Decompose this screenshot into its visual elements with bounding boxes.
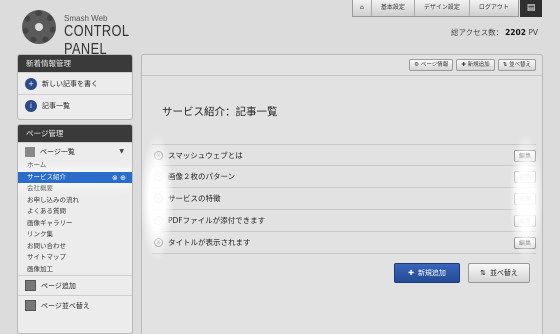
sidebar-item-label: 記事一覧 <box>42 101 70 110</box>
article-title[interactable]: PDFファイルが添付できます <box>168 215 265 226</box>
sidebar-item-page[interactable]: ホーム <box>18 160 132 172</box>
page-title: サービス紹介：記事一覧 <box>162 106 278 118</box>
nav-design-settings[interactable]: デザイン設定 <box>413 0 469 16</box>
access-counter: 総アクセス数： 2202 PV <box>451 27 538 38</box>
page-panel-title: ページ管理 <box>18 125 132 142</box>
sidebar-item-label: サービス紹介 <box>27 172 66 181</box>
nav-basic-settings[interactable]: 基本設定 <box>370 0 414 16</box>
list-item: × サービスの特徴 編集 <box>152 188 536 210</box>
delete-icon[interactable]: × <box>154 216 163 225</box>
sort-pages-label: ページ並べ替え <box>41 301 90 310</box>
new-post-icon: + <box>25 77 37 90</box>
page-list-label: ページ一覧 <box>40 147 75 156</box>
sidebar-item-page[interactable]: 画像ギャラリー <box>18 218 132 230</box>
gear-icon <box>22 10 56 44</box>
page-panel: ページ管理 ページ一覧 ▼ ホーム サービス紹介 ⊗ ⊕ 会社概要 お申し込みの… <box>17 124 133 334</box>
sort-articles-button[interactable]: ⇅ 並べ替え <box>468 263 530 283</box>
article-title[interactable]: 画像２枚のパターン <box>168 171 235 182</box>
sidebar-item-new-post[interactable]: + 新しい記事を書く <box>18 72 132 94</box>
sidebar-item-page[interactable]: 画像加工 <box>18 264 132 276</box>
sidebar-item-page-active[interactable]: サービス紹介 ⊗ ⊕ <box>18 171 132 185</box>
sort-icon: ⇅ <box>480 269 486 277</box>
add-page-label: ページ追加 <box>41 281 76 290</box>
edit-button[interactable]: 編集 <box>513 193 536 205</box>
page-list-icon <box>25 146 35 157</box>
chevron-down-icon: ▼ <box>119 148 124 155</box>
article-title[interactable]: スマッシュウェブとは <box>168 150 243 161</box>
sidebar-item-post-list[interactable]: i 記事一覧 <box>18 94 132 116</box>
news-panel-title: 新着情報管理 <box>18 55 132 72</box>
menu-icon[interactable]: ▤ <box>520 0 542 17</box>
article-title[interactable]: サービスの特徴 <box>168 193 221 204</box>
home-icon[interactable]: ⌂ <box>353 0 371 16</box>
nav-logout[interactable]: ログアウト <box>468 0 518 16</box>
add-new-label: 新規追加 <box>467 62 490 68</box>
logo: Smash Web CONTROL PANEL <box>22 10 172 58</box>
list-item: × タイトルが表示されます 編集 <box>152 232 536 254</box>
sort-articles-label: 並べ替え <box>489 269 518 277</box>
access-count: 2202 <box>505 28 526 37</box>
add-article-button[interactable]: ✚ 新規追加 <box>394 263 460 283</box>
sidebar-item-page[interactable]: サイトマップ <box>18 252 132 264</box>
page-info-button[interactable]: ⚙ ページ情報 <box>409 59 454 71</box>
page-info-label: ページ情報 <box>420 62 449 68</box>
sort-tool-button[interactable]: ⇅ 並べ替え <box>497 59 536 71</box>
news-panel: 新着情報管理 + 新しい記事を書く i 記事一覧 <box>17 54 133 120</box>
add-icon[interactable]: ⊕ <box>120 174 126 182</box>
info-icon: i <box>25 99 37 112</box>
sidebar-item-page[interactable]: お申し込みの流れ <box>18 195 132 207</box>
sidebar-item-label: 新しい記事を書く <box>42 79 98 88</box>
sidebar-item-page[interactable]: よくある質問 <box>18 206 132 218</box>
sort-pages-button[interactable]: ページ並べ替え <box>18 295 132 315</box>
article-list: × スマッシュウェブとは 編集 × 画像２枚のパターン 編集 × サービスの特徴… <box>152 144 536 254</box>
add-new-tool-button[interactable]: ✚ 新規追加 <box>456 59 495 71</box>
logo-small-text: Smash Web <box>64 14 108 23</box>
edit-button[interactable]: 編集 <box>513 150 536 162</box>
add-page-button[interactable]: ページ追加 <box>18 275 132 295</box>
delete-icon[interactable]: × <box>154 238 163 247</box>
page-controls: ⊗ ⊕ <box>112 173 126 185</box>
main-panel: ⚙ ページ情報 ✚ 新規追加 ⇅ 並べ替え サービス紹介：記事一覧 × スマッシ… <box>140 54 543 334</box>
delete-icon[interactable]: × <box>154 194 163 203</box>
sidebar-item-page[interactable]: リンク集 <box>18 229 132 241</box>
access-label: 総アクセス数： <box>450 28 504 37</box>
access-unit: PV <box>528 28 538 37</box>
page-list-toggle[interactable]: ページ一覧 ▼ <box>18 142 132 160</box>
close-icon[interactable]: ⊗ <box>112 174 118 182</box>
top-nav: ⌂ 基本設定 デザイン設定 ログアウト <box>352 0 519 17</box>
edit-button[interactable]: 編集 <box>513 237 536 249</box>
delete-icon[interactable]: × <box>154 150 163 160</box>
edit-button[interactable]: 編集 <box>513 215 536 227</box>
list-item: × スマッシュウェブとは 編集 <box>152 144 536 166</box>
article-title[interactable]: タイトルが表示されます <box>168 237 251 248</box>
main-toolbar: ⚙ ページ情報 ✚ 新規追加 ⇅ 並べ替え <box>409 59 536 71</box>
list-item: × 画像２枚のパターン 編集 <box>152 166 536 188</box>
divider <box>142 75 542 76</box>
delete-icon[interactable]: × <box>154 172 163 181</box>
add-article-label: 新規追加 <box>417 269 446 277</box>
sidebar-item-page[interactable]: 会社概要 <box>18 183 132 195</box>
list-item: × PDFファイルが添付できます 編集 <box>152 210 536 232</box>
add-page-icon <box>25 280 36 291</box>
sort-label: 並べ替え <box>508 62 531 68</box>
sidebar-item-page[interactable]: お問い合わせ <box>18 241 132 253</box>
sort-pages-icon <box>25 300 36 311</box>
plus-icon: ✚ <box>408 269 414 277</box>
edit-button[interactable]: 編集 <box>513 171 536 183</box>
